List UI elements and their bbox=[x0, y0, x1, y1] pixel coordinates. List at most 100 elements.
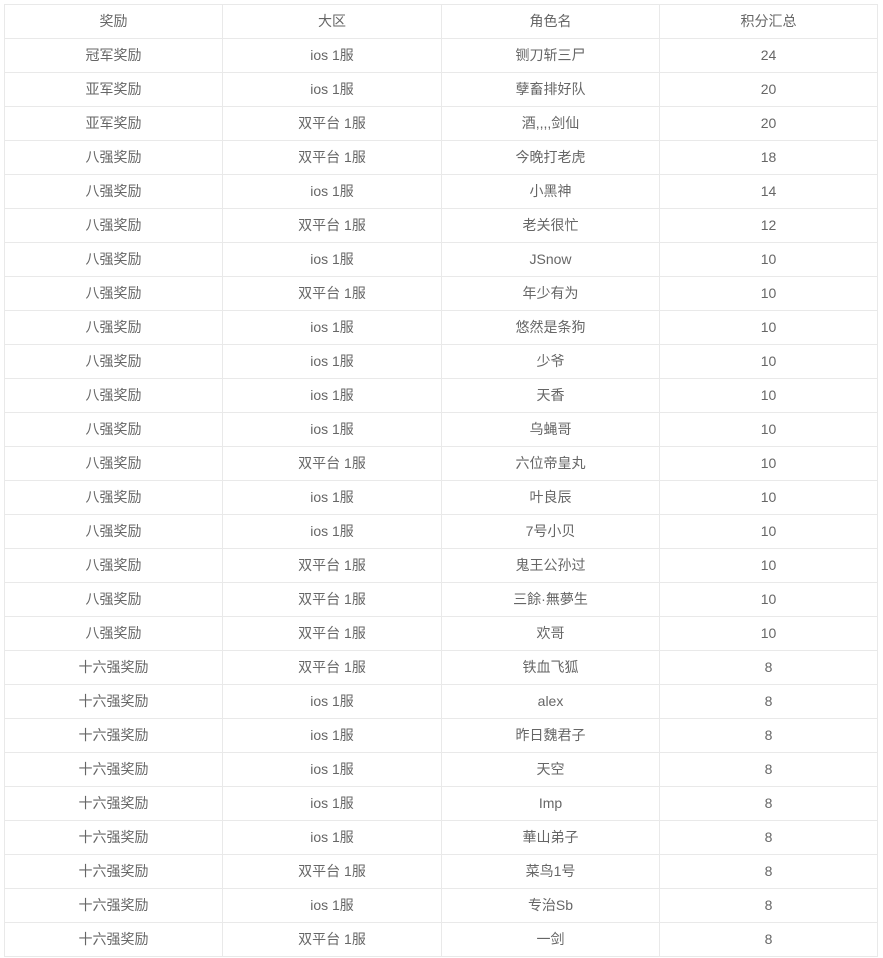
cell-award: 八强奖励 bbox=[4, 344, 223, 379]
column-header-award: 奖励 bbox=[4, 4, 223, 39]
cell-score: 10 bbox=[659, 344, 878, 379]
cell-name: 7号小贝 bbox=[441, 514, 660, 549]
cell-name: alex bbox=[441, 684, 660, 719]
cell-award: 亚军奖励 bbox=[4, 72, 223, 107]
table-row: 八强奖励 ios 1服 小黑神 14 bbox=[4, 174, 878, 209]
cell-name: 老关很忙 bbox=[441, 208, 660, 243]
cell-name: 铁血飞狐 bbox=[441, 650, 660, 685]
cell-score: 18 bbox=[659, 140, 878, 175]
cell-score: 10 bbox=[659, 310, 878, 345]
column-header-name: 角色名 bbox=[441, 4, 660, 39]
cell-region: 双平台 1服 bbox=[222, 922, 442, 957]
table-row: 亚军奖励 ios 1服 孽畜排好队 20 bbox=[4, 72, 878, 107]
cell-score: 10 bbox=[659, 548, 878, 583]
cell-region: 双平台 1服 bbox=[222, 276, 442, 311]
cell-region: 双平台 1服 bbox=[222, 140, 442, 175]
cell-award: 十六强奖励 bbox=[4, 854, 223, 889]
cell-score: 10 bbox=[659, 412, 878, 447]
cell-name: Imp bbox=[441, 786, 660, 821]
table-row: 八强奖励 ios 1服 悠然是条狗 10 bbox=[4, 310, 878, 345]
cell-award: 八强奖励 bbox=[4, 616, 223, 651]
cell-award: 十六强奖励 bbox=[4, 718, 223, 753]
cell-score: 10 bbox=[659, 446, 878, 481]
table-header-row: 奖励 大区 角色名 积分汇总 bbox=[4, 4, 878, 39]
cell-region: ios 1服 bbox=[222, 786, 442, 821]
cell-award: 十六强奖励 bbox=[4, 752, 223, 787]
cell-award: 八强奖励 bbox=[4, 242, 223, 277]
cell-region: ios 1服 bbox=[222, 888, 442, 923]
column-header-region: 大区 bbox=[222, 4, 442, 39]
column-header-score: 积分汇总 bbox=[659, 4, 878, 39]
table-row: 十六强奖励 ios 1服 天空 8 bbox=[4, 752, 878, 787]
cell-award: 八强奖励 bbox=[4, 208, 223, 243]
table-row: 十六强奖励 ios 1服 華山弟子 8 bbox=[4, 820, 878, 855]
cell-score: 10 bbox=[659, 582, 878, 617]
table-row: 八强奖励 双平台 1服 三餘·無夢生 10 bbox=[4, 582, 878, 617]
cell-region: ios 1服 bbox=[222, 38, 442, 73]
cell-score: 8 bbox=[659, 922, 878, 957]
cell-score: 10 bbox=[659, 276, 878, 311]
tournament-rewards-table: 奖励 大区 角色名 积分汇总 冠军奖励 ios 1服 铡刀斩三尸 24 亚军奖励 ios 1服孽… bbox=[4, 4, 878, 957]
cell-name: 叶良辰 bbox=[441, 480, 660, 515]
cell-name: 悠然是条狗 bbox=[441, 310, 660, 345]
cell-award: 八强奖励 bbox=[4, 276, 223, 311]
table-row: 八强奖励 ios 1服 7号小贝 10 bbox=[4, 514, 878, 549]
cell-award: 十六强奖励 bbox=[4, 786, 223, 821]
cell-award: 八强奖励 bbox=[4, 446, 223, 481]
cell-award: 冠军奖励 bbox=[4, 38, 223, 73]
cell-name: 昨日魏君子 bbox=[441, 718, 660, 753]
cell-region: 双平台 1服 bbox=[222, 208, 442, 243]
cell-region: ios 1服 bbox=[222, 378, 442, 413]
cell-award: 亚军奖励 bbox=[4, 106, 223, 141]
cell-region: 双平台 1服 bbox=[222, 582, 442, 617]
cell-name: 一剑 bbox=[441, 922, 660, 957]
cell-award: 八强奖励 bbox=[4, 514, 223, 549]
cell-award: 十六强奖励 bbox=[4, 650, 223, 685]
table-row: 十六强奖励 ios 1服 alex 8 bbox=[4, 684, 878, 719]
cell-score: 10 bbox=[659, 242, 878, 277]
cell-award: 八强奖励 bbox=[4, 480, 223, 515]
cell-region: 双平台 1服 bbox=[222, 616, 442, 651]
cell-award: 八强奖励 bbox=[4, 582, 223, 617]
cell-name: 欢哥 bbox=[441, 616, 660, 651]
cell-award: 十六强奖励 bbox=[4, 684, 223, 719]
cell-score: 24 bbox=[659, 38, 878, 73]
cell-region: ios 1服 bbox=[222, 684, 442, 719]
cell-name: 鬼王公孙过 bbox=[441, 548, 660, 583]
cell-score: 12 bbox=[659, 208, 878, 243]
table-row: 八强奖励 双平台 1服 鬼王公孙过 10 bbox=[4, 548, 878, 583]
cell-name: 年少有为 bbox=[441, 276, 660, 311]
cell-award: 八强奖励 bbox=[4, 412, 223, 447]
cell-award: 八强奖励 bbox=[4, 378, 223, 413]
cell-region: 双平台 1服 bbox=[222, 446, 442, 481]
cell-name: 今晚打老虎 bbox=[441, 140, 660, 175]
cell-name: 天香 bbox=[441, 378, 660, 413]
cell-score: 8 bbox=[659, 820, 878, 855]
cell-name: 小黑神 bbox=[441, 174, 660, 209]
cell-score: 10 bbox=[659, 378, 878, 413]
table-row: 十六强奖励 双平台 1服 菜鸟1号 8 bbox=[4, 854, 878, 889]
table-row: 八强奖励 双平台 1服 六位帝皇丸 10 bbox=[4, 446, 878, 481]
cell-name: 孽畜排好队 bbox=[441, 72, 660, 107]
table-row: 十六强奖励 ios 1服 Imp 8 bbox=[4, 786, 878, 821]
cell-name: 乌蝇哥 bbox=[441, 412, 660, 447]
cell-award: 十六强奖励 bbox=[4, 820, 223, 855]
table-body: 冠军奖励 ios 1服 铡刀斩三尸 24 亚军奖励 ios 1服 孽畜排好队 20 亚军奖励 双平… bbox=[4, 38, 878, 957]
cell-region: ios 1服 bbox=[222, 718, 442, 753]
table-row: 亚军奖励 双平台 1服 酒,,,,剑仙 20 bbox=[4, 106, 878, 141]
cell-award: 十六强奖励 bbox=[4, 888, 223, 923]
cell-score: 20 bbox=[659, 106, 878, 141]
table-row: 八强奖励 双平台 1服 欢哥 10 bbox=[4, 616, 878, 651]
cell-score: 8 bbox=[659, 718, 878, 753]
cell-region: ios 1服 bbox=[222, 72, 442, 107]
table-row: 十六强奖励 双平台 1服 一剑 8 bbox=[4, 922, 878, 957]
cell-region: ios 1服 bbox=[222, 480, 442, 515]
cell-name: 菜鸟1号 bbox=[441, 854, 660, 889]
table-header: 奖励 大区 角色名 积分汇总 bbox=[4, 4, 878, 39]
cell-name: JSnow bbox=[441, 242, 660, 277]
table-row: 八强奖励 ios 1服 JSnow 10 bbox=[4, 242, 878, 277]
cell-region: ios 1服 bbox=[222, 310, 442, 345]
cell-score: 8 bbox=[659, 854, 878, 889]
cell-award: 八强奖励 bbox=[4, 140, 223, 175]
cell-score: 14 bbox=[659, 174, 878, 209]
